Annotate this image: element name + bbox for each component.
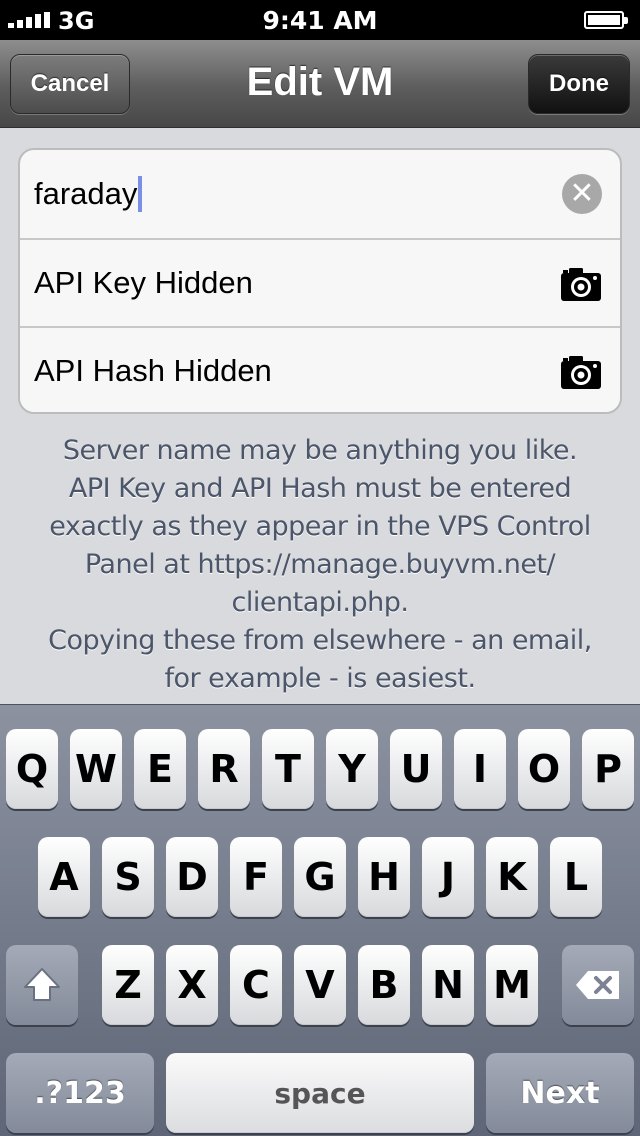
camera-icon[interactable] (560, 354, 602, 390)
key-k[interactable]: K (486, 837, 538, 917)
key-d[interactable]: D (166, 837, 218, 917)
key-y[interactable]: Y (326, 729, 378, 809)
status-bar: 3G 9:41 AM (0, 0, 640, 40)
navigation-bar: Cancel Edit VM Done (0, 40, 640, 128)
key-w[interactable]: W (70, 729, 122, 809)
backspace-icon (576, 971, 619, 999)
form-area: faraday ✕ API Key Hidden API Hash Hidden (0, 128, 640, 704)
key-a[interactable]: A (38, 837, 90, 917)
api-hash-field[interactable]: API Hash Hidden (20, 326, 620, 412)
key-e[interactable]: E (134, 729, 186, 809)
battery-icon (584, 11, 628, 29)
key-l[interactable]: L (550, 837, 602, 917)
camera-icon[interactable] (560, 266, 602, 302)
key-h[interactable]: H (358, 837, 410, 917)
key-v[interactable]: V (294, 945, 346, 1025)
key-u[interactable]: U (390, 729, 442, 809)
key-g[interactable]: G (294, 837, 346, 917)
keyboard: Q W E R T Y U I O P A S D F G H J K L Z … (0, 704, 640, 1136)
clear-text-icon[interactable]: ✕ (562, 174, 602, 214)
key-x[interactable]: X (166, 945, 218, 1025)
key-q[interactable]: Q (6, 729, 58, 809)
text-cursor (138, 176, 143, 212)
numbers-key[interactable]: .?123 (6, 1053, 154, 1133)
key-p[interactable]: P (582, 729, 634, 809)
key-c[interactable]: C (230, 945, 282, 1025)
api-key-field[interactable]: API Key Hidden (20, 238, 620, 326)
shift-icon (24, 968, 60, 1001)
help-line: clientapi.php. (231, 587, 409, 618)
help-line: Server name may be anything you like. (62, 435, 578, 466)
help-text: Server name may be anything you like. AP… (30, 432, 610, 698)
api-key-label: API Key Hidden (34, 265, 253, 300)
status-time: 9:41 AM (262, 6, 378, 35)
shift-key[interactable] (6, 945, 78, 1025)
key-j[interactable]: J (422, 837, 474, 917)
key-i[interactable]: I (454, 729, 506, 809)
key-r[interactable]: R (198, 729, 250, 809)
key-z[interactable]: Z (102, 945, 154, 1025)
done-button[interactable]: Done (528, 54, 630, 114)
help-line: for example - is easiest. (164, 663, 476, 694)
help-line: Panel at https://manage.buyvm.net/ (84, 549, 556, 580)
key-n[interactable]: N (422, 945, 474, 1025)
key-s[interactable]: S (102, 837, 154, 917)
vm-form-group: faraday ✕ API Key Hidden API Hash Hidden (18, 148, 622, 414)
server-name-value: faraday (34, 176, 138, 211)
key-m[interactable]: M (486, 945, 538, 1025)
api-hash-label: API Hash Hidden (34, 353, 272, 388)
key-f[interactable]: F (230, 837, 282, 917)
help-line: exactly as they appear in the VPS Contro… (49, 511, 591, 542)
delete-key[interactable] (562, 945, 634, 1025)
space-key[interactable]: space (166, 1053, 474, 1133)
next-key[interactable]: Next (486, 1053, 634, 1133)
key-b[interactable]: B (358, 945, 410, 1025)
key-o[interactable]: O (518, 729, 570, 809)
help-line: API Key and API Hash must be entered (68, 473, 572, 504)
key-t[interactable]: T (262, 729, 314, 809)
help-line: Copying these from elsewhere - an email, (48, 625, 592, 656)
server-name-field[interactable]: faraday ✕ (20, 150, 620, 238)
